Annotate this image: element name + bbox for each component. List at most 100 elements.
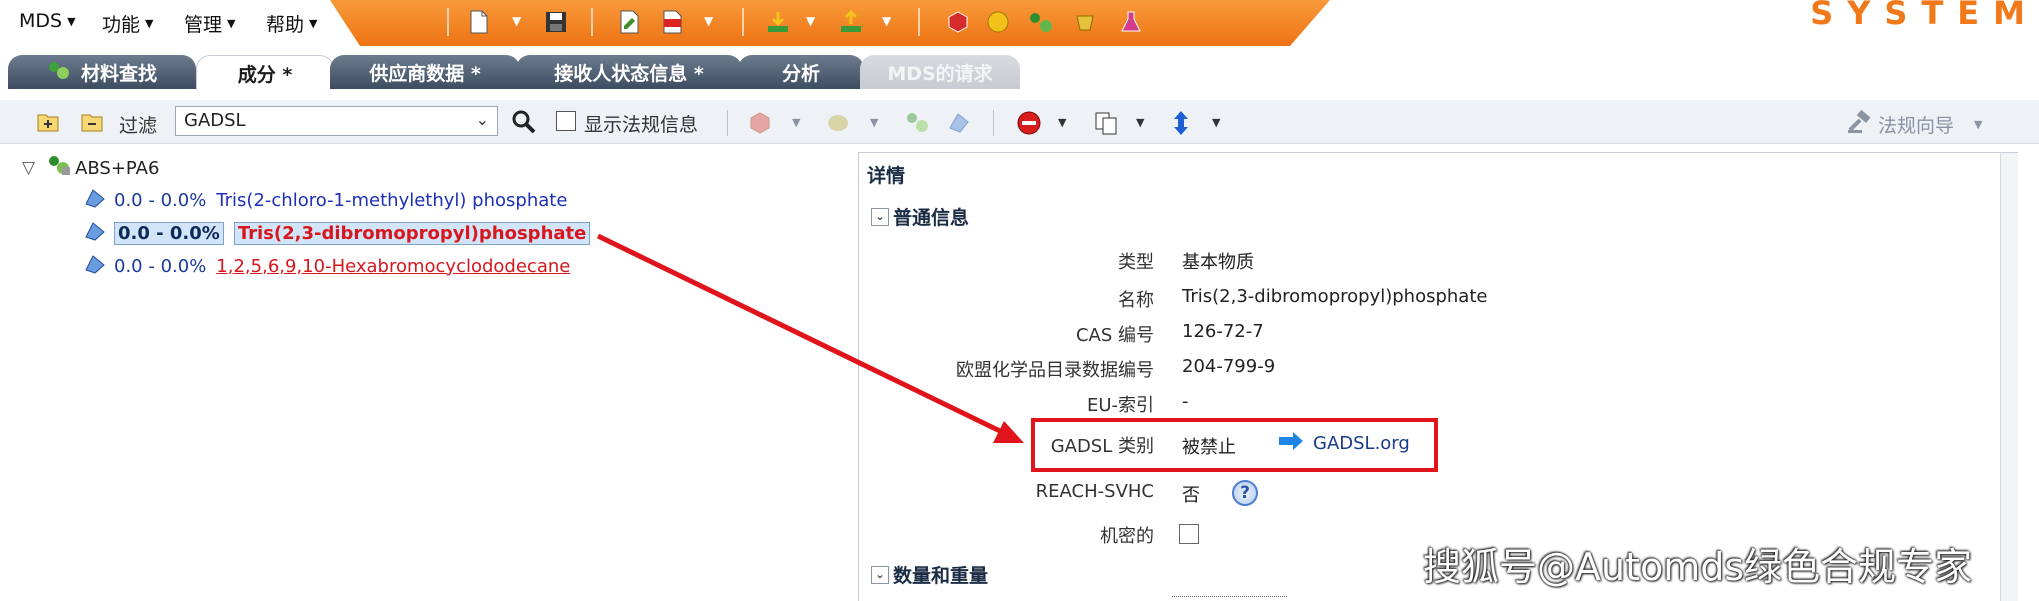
quantity-section-label: 数量和重量 (893, 565, 989, 587)
field-value-eu-index: - (1182, 391, 1189, 412)
add-material-icon (748, 110, 772, 134)
chevron-down-icon: ▼ (227, 17, 236, 30)
percentage: 0.0 - 0.0% (114, 255, 207, 277)
filter-select[interactable]: GADSL ⌄ (175, 106, 498, 136)
field-value-type: 基本物质 (1182, 252, 1254, 273)
general-info-section[interactable]: ⌄ 普通信息 (871, 203, 969, 230)
tab-material-search[interactable]: 材料查找 (8, 55, 196, 89)
field-value-name: Tris(2,3-dibromopropyl)phosphate (1182, 286, 1488, 307)
expand-all-icon[interactable] (36, 110, 60, 134)
tab-mds-requests-label: MDS的请求 (887, 62, 993, 85)
chevron-down-icon[interactable]: ▼ (704, 14, 713, 28)
field-label-eu-index: EU-索引 (1086, 395, 1154, 416)
tree-row-substance-1[interactable]: 0.0 - 0.0% Tris(2-chloro-1-methylethyl) … (84, 186, 567, 214)
help-icon[interactable]: ? (1232, 480, 1258, 506)
regulation-wizard-label: 法规向导 (1878, 115, 1955, 137)
filter-toolbar: 过滤 GADSL ⌄ 显示法规信息 ▼ ▼ ▼ ▼ ▼ 法规向导 ▼ (0, 100, 2039, 144)
upload-icon[interactable] (838, 9, 864, 35)
tab-strip: 材料查找 成分 * 供应商数据 * 接收人状态信息 * 分析 MDS的请求 (0, 46, 2039, 139)
chevron-down-icon[interactable]: ▼ (806, 14, 815, 28)
material-search-icon (47, 60, 71, 85)
confidential-checkbox[interactable] (1179, 524, 1199, 544)
tree-row-substance-3[interactable]: 0.0 - 0.0% 1,2,5,6,9,10-Hexabromocyclodo… (84, 252, 570, 280)
brand-logo: SYSTEM (1810, 0, 2039, 32)
tab-supplier-data-label: 供应商数据 * (369, 62, 481, 85)
tab-analysis-label: 分析 (781, 62, 820, 85)
field-label-cas: CAS 编号 (1075, 325, 1154, 346)
lab-flask-icon[interactable] (1118, 9, 1144, 35)
details-panel: 详情 ⌄ 普通信息 类型 基本物质 名称 Tris(2,3-dibromopro… (858, 152, 2018, 601)
chevron-down-icon: ⌄ (475, 110, 489, 129)
collapse-twisty-icon[interactable]: ▽ (22, 158, 35, 178)
tab-analysis[interactable]: 分析 (738, 55, 864, 89)
material-cube-icon[interactable] (945, 9, 971, 35)
add-basic-substance-icon (946, 110, 970, 134)
component-sphere-icon[interactable] (985, 9, 1011, 35)
delete-icon[interactable] (1016, 110, 1041, 135)
tab-supplier-data[interactable]: 供应商数据 * (330, 55, 520, 89)
add-component-icon (826, 110, 850, 134)
copy-paste-icon[interactable] (1093, 110, 1117, 135)
toolbar-separator (591, 8, 593, 36)
details-title: 详情 (867, 165, 906, 187)
quantity-field-edge (1172, 596, 1287, 598)
menu-mds-label: MDS (19, 10, 63, 32)
save-icon[interactable] (543, 9, 569, 35)
chevron-down-icon[interactable]: ▼ (512, 14, 521, 28)
chevron-down-icon: ▼ (67, 14, 76, 28)
basic-substance-icon (84, 188, 106, 213)
menu-mds[interactable]: MDS ▼ (19, 10, 76, 32)
tab-recipient-status-label: 接收人状态信息 * (554, 62, 704, 85)
filter-select-value: GADSL (184, 110, 246, 131)
chevron-down-icon[interactable]: ⌄ (871, 207, 889, 226)
toolbar-separator (447, 8, 449, 36)
edit-document-icon[interactable] (617, 9, 643, 35)
annotation-highlight-box (1031, 418, 1438, 472)
menu-manage[interactable]: 管理 ▼ (184, 10, 235, 37)
basic-substance-icon (84, 254, 106, 279)
move-updown-icon[interactable] (1170, 110, 1194, 135)
tree-row-substance-2[interactable]: 0.0 - 0.0% Tris(2,3-dibromopropyl)phosph… (84, 219, 591, 247)
chevron-down-icon[interactable]: ⌄ (871, 565, 889, 584)
add-substance-icon (904, 110, 928, 134)
chevron-down-icon: ▼ (145, 17, 154, 30)
collapse-all-icon[interactable] (80, 110, 104, 134)
menu-help-label: 帮助 (266, 14, 305, 36)
quantity-section[interactable]: ⌄ 数量和重量 (871, 561, 988, 588)
chevron-down-icon[interactable]: ▼ (1058, 116, 1066, 129)
chevron-down-icon[interactable]: ▼ (1136, 116, 1144, 129)
semi-component-icon[interactable] (1072, 9, 1098, 35)
menu-manage-label: 管理 (184, 14, 223, 36)
menu-functions[interactable]: 功能 ▼ (102, 10, 153, 37)
percentage: 0.0 - 0.0% (114, 189, 207, 211)
field-label-reach: REACH-SVHC (1035, 481, 1154, 502)
tab-composition[interactable]: 成分 * (196, 55, 334, 90)
menu-help[interactable]: 帮助 ▼ (266, 10, 317, 37)
details-scrollbar[interactable] (2000, 153, 2018, 601)
composition-tree: ▽ ABS+PA6 0.0 - 0.0% Tris(2-chloro-1-met… (0, 148, 860, 601)
substance-molecule-icon[interactable] (1028, 9, 1054, 35)
watermark: 搜狐号@Automds绿色合规专家 (1423, 545, 1973, 589)
search-icon[interactable] (510, 108, 538, 140)
regulation-wizard-button: 法规向导 ▼ (1846, 109, 1982, 139)
tab-material-search-label: 材料查找 (80, 62, 157, 85)
tab-mds-requests: MDS的请求 (860, 55, 1020, 89)
toolbar-separator (727, 110, 728, 136)
field-label-type: 类型 (1118, 252, 1154, 273)
show-regulations-checkbox[interactable] (556, 111, 576, 131)
filter-label: 过滤 (119, 115, 158, 137)
download-icon[interactable] (765, 9, 791, 35)
pdf-export-icon[interactable] (660, 9, 686, 35)
substance-name: Tris(2-chloro-1-methylethyl) phosphate (216, 189, 568, 211)
tree-root[interactable]: ▽ ABS+PA6 (22, 154, 159, 182)
menu-bar: MDS ▼ 功能 ▼ 管理 ▼ 帮助 ▼ ▼ ▼ ▼ ▼ SYSTEM (0, 0, 2039, 46)
chevron-down-icon[interactable]: ▼ (882, 14, 891, 28)
toolbar-separator (742, 8, 744, 36)
chevron-down-icon[interactable]: ▼ (1212, 116, 1220, 129)
tab-recipient-status[interactable]: 接收人状态信息 * (516, 55, 742, 89)
show-regulations-label: 显示法规信息 (584, 114, 699, 136)
toolbar-separator (918, 8, 920, 36)
chevron-down-icon: ▼ (309, 17, 318, 30)
tree-root-label: ABS+PA6 (75, 157, 160, 179)
new-document-icon[interactable] (466, 9, 492, 35)
